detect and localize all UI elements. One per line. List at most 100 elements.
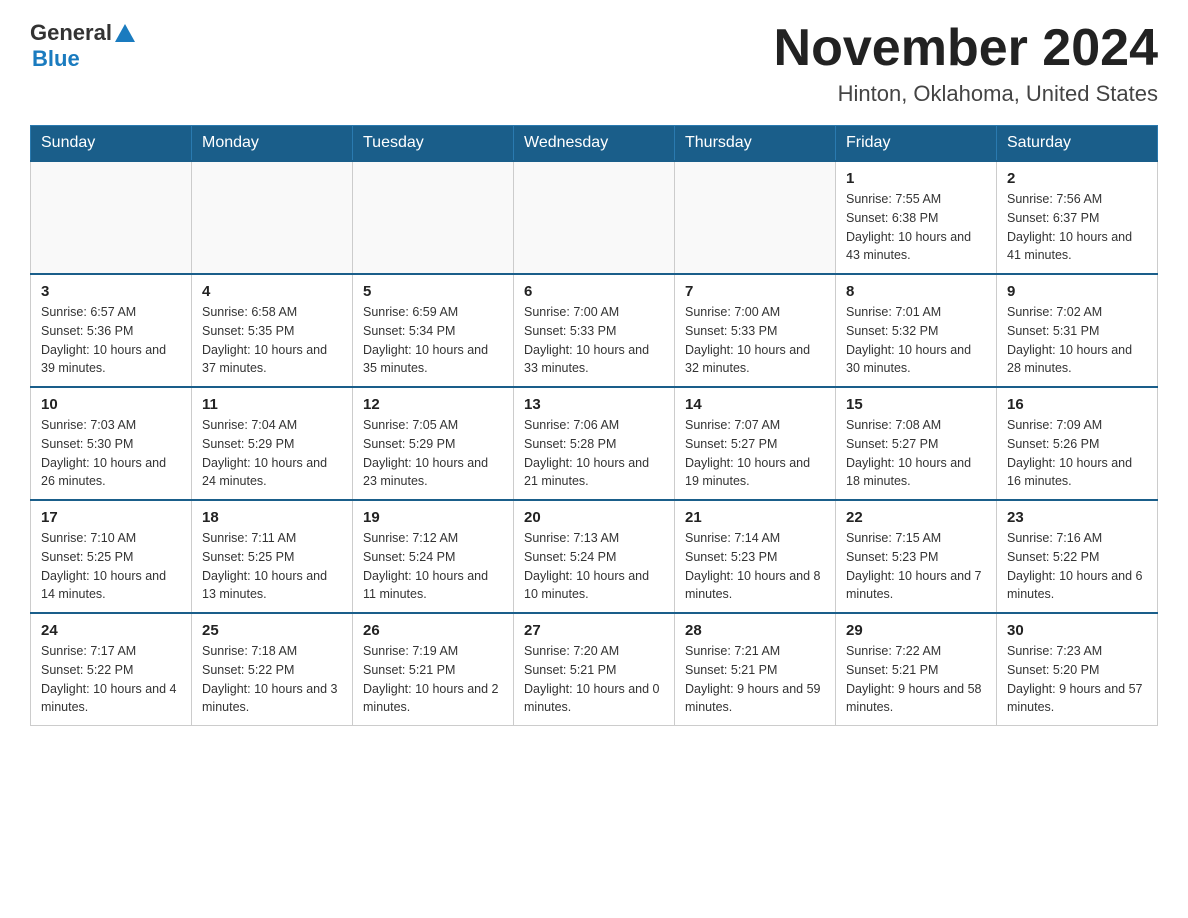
day-info: Sunrise: 7:00 AMSunset: 5:33 PMDaylight:…: [685, 303, 825, 378]
day-number: 6: [524, 283, 664, 300]
day-info: Sunrise: 7:14 AMSunset: 5:23 PMDaylight:…: [685, 529, 825, 604]
calendar-day-cell: 18 Sunrise: 7:11 AMSunset: 5:25 PMDayligh…: [192, 500, 353, 613]
calendar-day-cell: 14 Sunrise: 7:07 AMSunset: 5:27 PMDayligh…: [675, 387, 836, 500]
calendar-day-cell: 13Sunrise: 7:06 AMSunset: 5:28 PMDayligh…: [514, 387, 675, 500]
day-number: 14: [685, 396, 825, 413]
day-number: 20: [524, 509, 664, 526]
day-number: 15: [846, 396, 986, 413]
day-number: 30: [1007, 622, 1147, 639]
calendar-day-cell: 26Sunrise: 7:19 AMSunset: 5:21 PMDayligh…: [353, 613, 514, 726]
day-info: Sunrise: 7:09 AMSunset: 5:26 PMDaylight:…: [1007, 416, 1147, 491]
day-number: 26: [363, 622, 503, 639]
day-info: Sunrise: 6:59 AMSunset: 5:34 PMDaylight:…: [363, 303, 503, 378]
day-info: Sunrise: 7:18 AMSunset: 5:22 PMDaylight:…: [202, 642, 342, 717]
calendar-table: SundayMondayTuesdayWednesdayThursdayFrid…: [30, 125, 1158, 726]
calendar-day-header: Monday: [192, 126, 353, 162]
calendar-day-cell: [675, 161, 836, 274]
calendar-day-cell: 30Sunrise: 7:23 AMSunset: 5:20 PMDayligh…: [997, 613, 1158, 726]
calendar-day-cell: 5 Sunrise: 6:59 AMSunset: 5:34 PMDaylight…: [353, 274, 514, 387]
day-info: Sunrise: 7:03 AMSunset: 5:30 PMDaylight:…: [41, 416, 181, 491]
calendar-day-header: Friday: [836, 126, 997, 162]
calendar-day-cell: 28 Sunrise: 7:21 AMSunset: 5:21 PMDayligh…: [675, 613, 836, 726]
logo-triangle-icon: [115, 24, 135, 42]
day-number: 12: [363, 396, 503, 413]
calendar-day-cell: 29 Sunrise: 7:22 AMSunset: 5:21 PMDayligh…: [836, 613, 997, 726]
calendar-day-cell: 16Sunrise: 7:09 AMSunset: 5:26 PMDayligh…: [997, 387, 1158, 500]
location-text: Hinton, Oklahoma, United States: [774, 81, 1158, 107]
calendar-day-cell: 25 Sunrise: 7:18 AMSunset: 5:22 PMDayligh…: [192, 613, 353, 726]
calendar-day-cell: [31, 161, 192, 274]
calendar-day-cell: 22 Sunrise: 7:15 AMSunset: 5:23 PMDayligh…: [836, 500, 997, 613]
day-info: Sunrise: 7:07 AMSunset: 5:27 PMDaylight:…: [685, 416, 825, 491]
logo: General Blue: [30, 20, 135, 72]
day-number: 5: [363, 283, 503, 300]
calendar-day-header: Thursday: [675, 126, 836, 162]
day-number: 22: [846, 509, 986, 526]
day-info: Sunrise: 7:01 AMSunset: 5:32 PMDaylight:…: [846, 303, 986, 378]
day-number: 4: [202, 283, 342, 300]
day-number: 18: [202, 509, 342, 526]
day-number: 7: [685, 283, 825, 300]
day-info: Sunrise: 7:02 AMSunset: 5:31 PMDaylight:…: [1007, 303, 1147, 378]
calendar-day-cell: [514, 161, 675, 274]
calendar-day-cell: [192, 161, 353, 274]
day-number: 29: [846, 622, 986, 639]
day-info: Sunrise: 7:16 AMSunset: 5:22 PMDaylight:…: [1007, 529, 1147, 604]
calendar-day-cell: [353, 161, 514, 274]
day-info: Sunrise: 7:04 AMSunset: 5:29 PMDaylight:…: [202, 416, 342, 491]
day-info: Sunrise: 7:12 AMSunset: 5:24 PMDaylight:…: [363, 529, 503, 604]
calendar-day-header: Saturday: [997, 126, 1158, 162]
day-number: 24: [41, 622, 181, 639]
page-header: General Blue November 2024 Hinton, Oklah…: [30, 20, 1158, 107]
day-number: 10: [41, 396, 181, 413]
calendar-day-cell: 12 Sunrise: 7:05 AMSunset: 5:29 PMDayligh…: [353, 387, 514, 500]
day-number: 19: [363, 509, 503, 526]
calendar-day-cell: 11 Sunrise: 7:04 AMSunset: 5:29 PMDayligh…: [192, 387, 353, 500]
day-info: Sunrise: 7:15 AMSunset: 5:23 PMDaylight:…: [846, 529, 986, 604]
title-section: November 2024 Hinton, Oklahoma, United S…: [774, 20, 1158, 107]
calendar-day-cell: 7 Sunrise: 7:00 AMSunset: 5:33 PMDaylight…: [675, 274, 836, 387]
calendar-day-cell: 21Sunrise: 7:14 AMSunset: 5:23 PMDayligh…: [675, 500, 836, 613]
day-info: Sunrise: 7:06 AMSunset: 5:28 PMDaylight:…: [524, 416, 664, 491]
day-number: 8: [846, 283, 986, 300]
day-info: Sunrise: 7:08 AMSunset: 5:27 PMDaylight:…: [846, 416, 986, 491]
calendar-day-cell: 9Sunrise: 7:02 AMSunset: 5:31 PMDaylight…: [997, 274, 1158, 387]
calendar-day-cell: 4 Sunrise: 6:58 AMSunset: 5:35 PMDaylight…: [192, 274, 353, 387]
day-info: Sunrise: 7:13 AMSunset: 5:24 PMDaylight:…: [524, 529, 664, 604]
calendar-week-row: 1Sunrise: 7:55 AMSunset: 6:38 PMDaylight…: [31, 161, 1158, 274]
day-info: Sunrise: 7:56 AMSunset: 6:37 PMDaylight:…: [1007, 190, 1147, 265]
calendar-day-cell: 19 Sunrise: 7:12 AMSunset: 5:24 PMDayligh…: [353, 500, 514, 613]
calendar-week-row: 10 Sunrise: 7:03 AMSunset: 5:30 PMDayligh…: [31, 387, 1158, 500]
day-number: 1: [846, 170, 986, 187]
day-info: Sunrise: 7:10 AMSunset: 5:25 PMDaylight:…: [41, 529, 181, 604]
day-number: 25: [202, 622, 342, 639]
day-number: 11: [202, 396, 342, 413]
calendar-day-cell: 15 Sunrise: 7:08 AMSunset: 5:27 PMDayligh…: [836, 387, 997, 500]
calendar-week-row: 17Sunrise: 7:10 AMSunset: 5:25 PMDayligh…: [31, 500, 1158, 613]
day-info: Sunrise: 7:21 AMSunset: 5:21 PMDaylight:…: [685, 642, 825, 717]
calendar-day-cell: 6Sunrise: 7:00 AMSunset: 5:33 PMDaylight…: [514, 274, 675, 387]
day-number: 28: [685, 622, 825, 639]
day-number: 23: [1007, 509, 1147, 526]
calendar-day-cell: 8 Sunrise: 7:01 AMSunset: 5:32 PMDaylight…: [836, 274, 997, 387]
calendar-day-cell: 2 Sunrise: 7:56 AMSunset: 6:37 PMDaylight…: [997, 161, 1158, 274]
month-title: November 2024: [774, 20, 1158, 77]
day-number: 2: [1007, 170, 1147, 187]
day-info: Sunrise: 7:17 AMSunset: 5:22 PMDaylight:…: [41, 642, 181, 717]
calendar-day-cell: 23 Sunrise: 7:16 AMSunset: 5:22 PMDayligh…: [997, 500, 1158, 613]
day-number: 3: [41, 283, 181, 300]
day-info: Sunrise: 7:22 AMSunset: 5:21 PMDaylight:…: [846, 642, 986, 717]
calendar-day-header: Sunday: [31, 126, 192, 162]
calendar-day-cell: 24 Sunrise: 7:17 AMSunset: 5:22 PMDayligh…: [31, 613, 192, 726]
day-info: Sunrise: 7:20 AMSunset: 5:21 PMDaylight:…: [524, 642, 664, 717]
calendar-week-row: 3 Sunrise: 6:57 AMSunset: 5:36 PMDaylight…: [31, 274, 1158, 387]
day-info: Sunrise: 6:57 AMSunset: 5:36 PMDaylight:…: [41, 303, 181, 378]
calendar-day-cell: 10 Sunrise: 7:03 AMSunset: 5:30 PMDayligh…: [31, 387, 192, 500]
calendar-header-row: SundayMondayTuesdayWednesdayThursdayFrid…: [31, 126, 1158, 162]
day-info: Sunrise: 7:11 AMSunset: 5:25 PMDaylight:…: [202, 529, 342, 604]
day-info: Sunrise: 6:58 AMSunset: 5:35 PMDaylight:…: [202, 303, 342, 378]
calendar-week-row: 24 Sunrise: 7:17 AMSunset: 5:22 PMDayligh…: [31, 613, 1158, 726]
calendar-day-cell: 17Sunrise: 7:10 AMSunset: 5:25 PMDayligh…: [31, 500, 192, 613]
calendar-day-cell: 27Sunrise: 7:20 AMSunset: 5:21 PMDayligh…: [514, 613, 675, 726]
day-info: Sunrise: 7:05 AMSunset: 5:29 PMDaylight:…: [363, 416, 503, 491]
